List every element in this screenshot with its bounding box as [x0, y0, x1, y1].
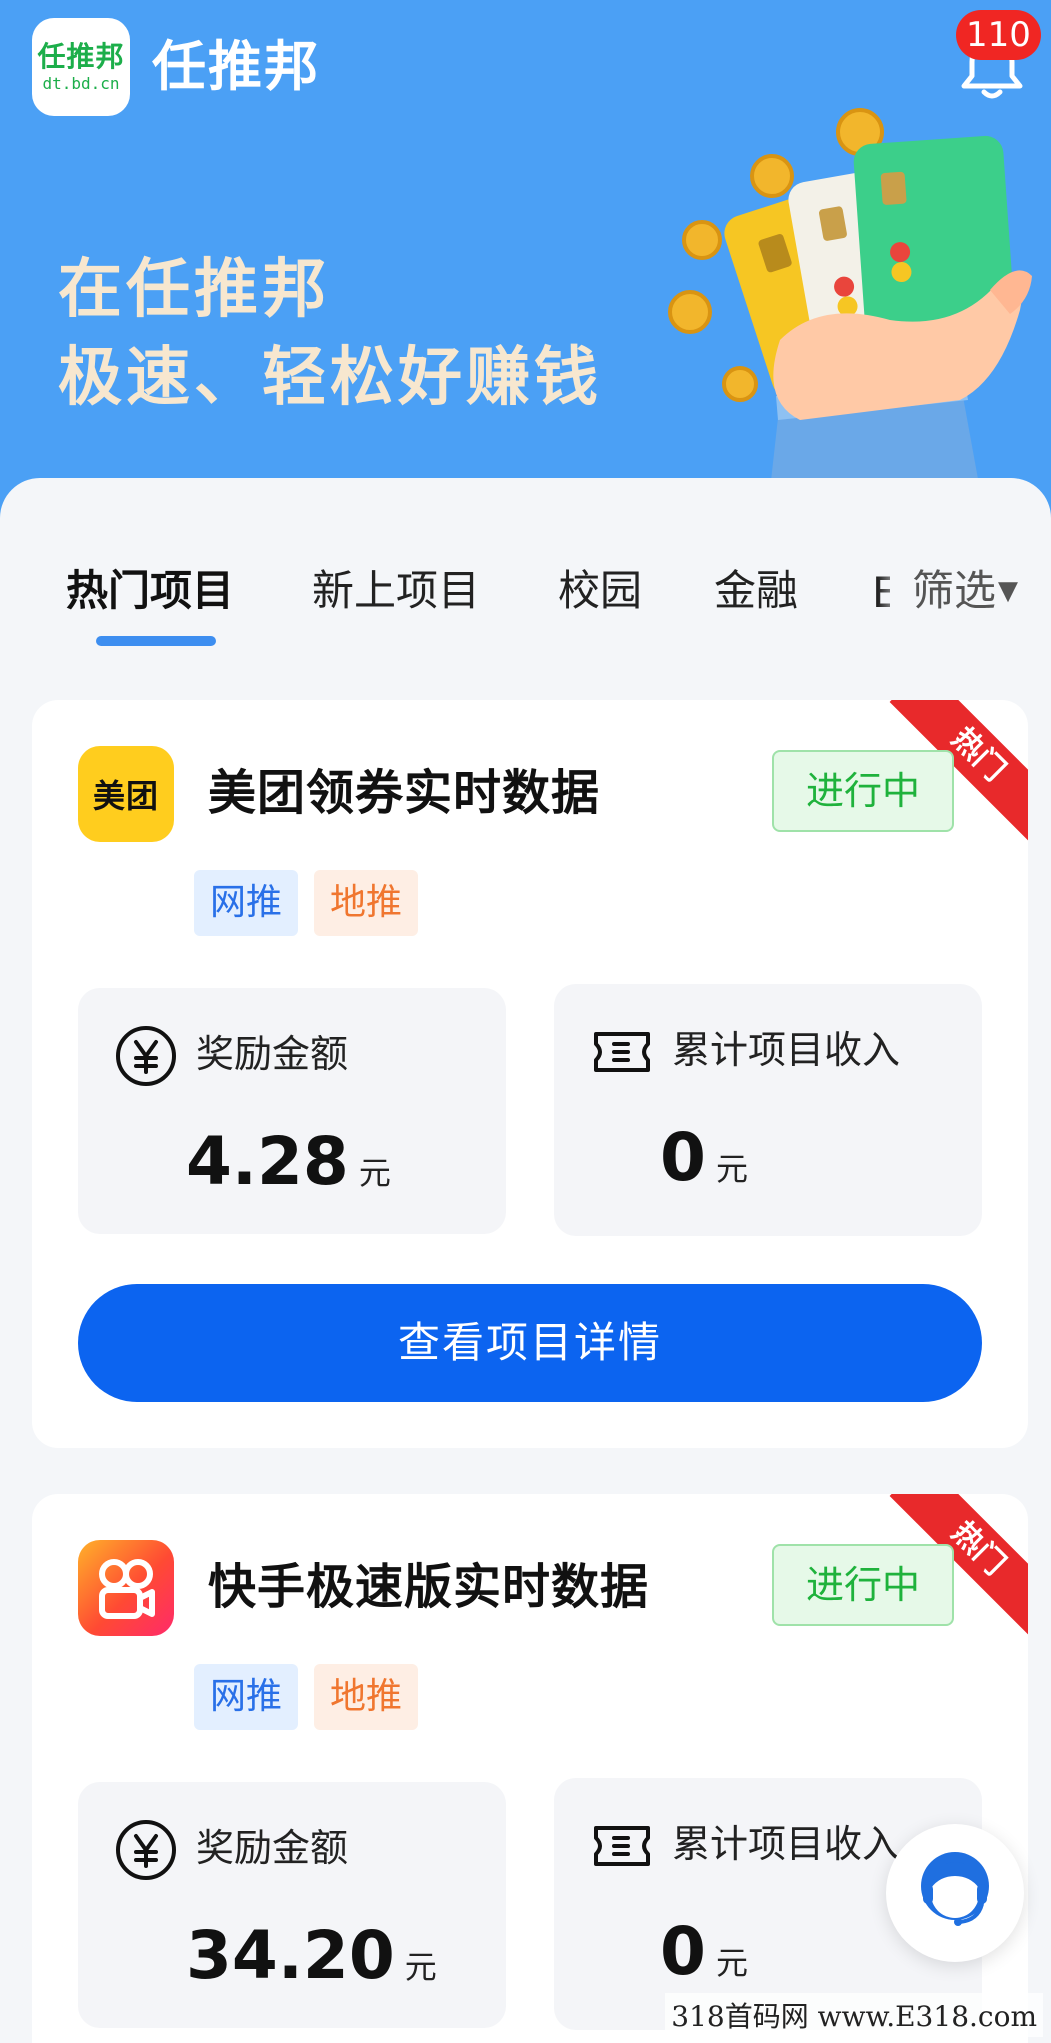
watermark: 318首码网 www.E318.com: [665, 1993, 1043, 2037]
status-badge: 进行中: [772, 750, 954, 832]
income-unit: 元: [715, 1944, 748, 1982]
tag-offline-promo: 地推: [314, 1664, 418, 1730]
tag-online-promo: 网推: [194, 1664, 298, 1730]
income-amount: 0元: [660, 1912, 748, 2003]
ticket-icon: [594, 1032, 650, 1072]
tab-campus[interactable]: 校园: [558, 558, 642, 624]
tab-finance[interactable]: 金融: [714, 558, 798, 624]
slogan-line-1: 在任推邦: [58, 253, 330, 327]
tag-online-promo: 网推: [194, 870, 298, 936]
filter-label: 筛选: [912, 566, 997, 615]
project-card[interactable]: 热门 快手极速版实时数据 进行中 网推 地推 奖励金额 34.20 元 累计项目收…: [32, 1494, 1028, 2043]
logo-domain: dt.bd.cn: [42, 74, 120, 93]
caret-down-icon: ▼: [998, 576, 1019, 606]
reward-unit: 元: [358, 1154, 391, 1192]
notification-badge[interactable]: 110: [956, 10, 1041, 60]
income-amount: 0元: [660, 1118, 748, 1209]
kuaishou-icon: [78, 1540, 174, 1636]
meituan-icon: 美团: [78, 746, 174, 842]
reward-amount: 34.20 元: [186, 1916, 437, 2007]
ticket-icon: [594, 1826, 650, 1866]
customer-service-button[interactable]: [886, 1824, 1024, 1962]
project-name: 美团领券实时数据: [208, 765, 601, 821]
reward-label: 奖励金额: [196, 1826, 349, 1870]
tab-new-projects[interactable]: 新上项目: [312, 558, 480, 624]
status-badge: 进行中: [772, 1544, 954, 1626]
income-value: 0: [660, 1119, 706, 1196]
slogan-line-2: 极速、轻松好赚钱: [58, 341, 602, 415]
tab-hot-projects[interactable]: 热门项目: [66, 558, 234, 624]
tab-fade: [878, 556, 908, 632]
reward-box: 奖励金额 4.28 元: [78, 988, 506, 1234]
hand-cards-illustration: [668, 108, 1032, 490]
income-unit: 元: [715, 1150, 748, 1188]
yuan-circle-icon: [116, 1026, 176, 1086]
logo-text: 任推邦: [37, 40, 125, 73]
income-box: 累计项目收入 0元: [554, 984, 982, 1236]
reward-value: 34.20: [186, 1917, 395, 1994]
tag-offline-promo: 地推: [314, 870, 418, 936]
filter-button[interactable]: 筛选▼: [912, 558, 1018, 624]
project-card[interactable]: 热门 美团 美团领券实时数据 进行中 网推 地推 奖励金额 4.28 元 累计项目…: [32, 700, 1028, 1448]
reward-box: 奖励金额 34.20 元: [78, 1782, 506, 2028]
reward-unit: 元: [404, 1948, 437, 1986]
income-label: 累计项目收入: [672, 1028, 901, 1072]
reward-value: 4.28: [186, 1123, 349, 1200]
income-value: 0: [660, 1913, 706, 1990]
view-details-button[interactable]: 查看项目详情: [78, 1284, 982, 1402]
app-title: 任推邦: [152, 35, 320, 98]
active-tab-indicator: [96, 636, 216, 646]
project-name: 快手极速版实时数据: [208, 1559, 650, 1615]
yuan-circle-icon: [116, 1820, 176, 1880]
reward-label: 奖励金额: [196, 1032, 349, 1076]
income-label: 累计项目收入: [672, 1822, 901, 1866]
customer-service-icon: [921, 1852, 989, 1926]
app-logo: 任推邦 dt.bd.cn: [32, 18, 130, 116]
reward-amount: 4.28 元: [186, 1122, 391, 1213]
